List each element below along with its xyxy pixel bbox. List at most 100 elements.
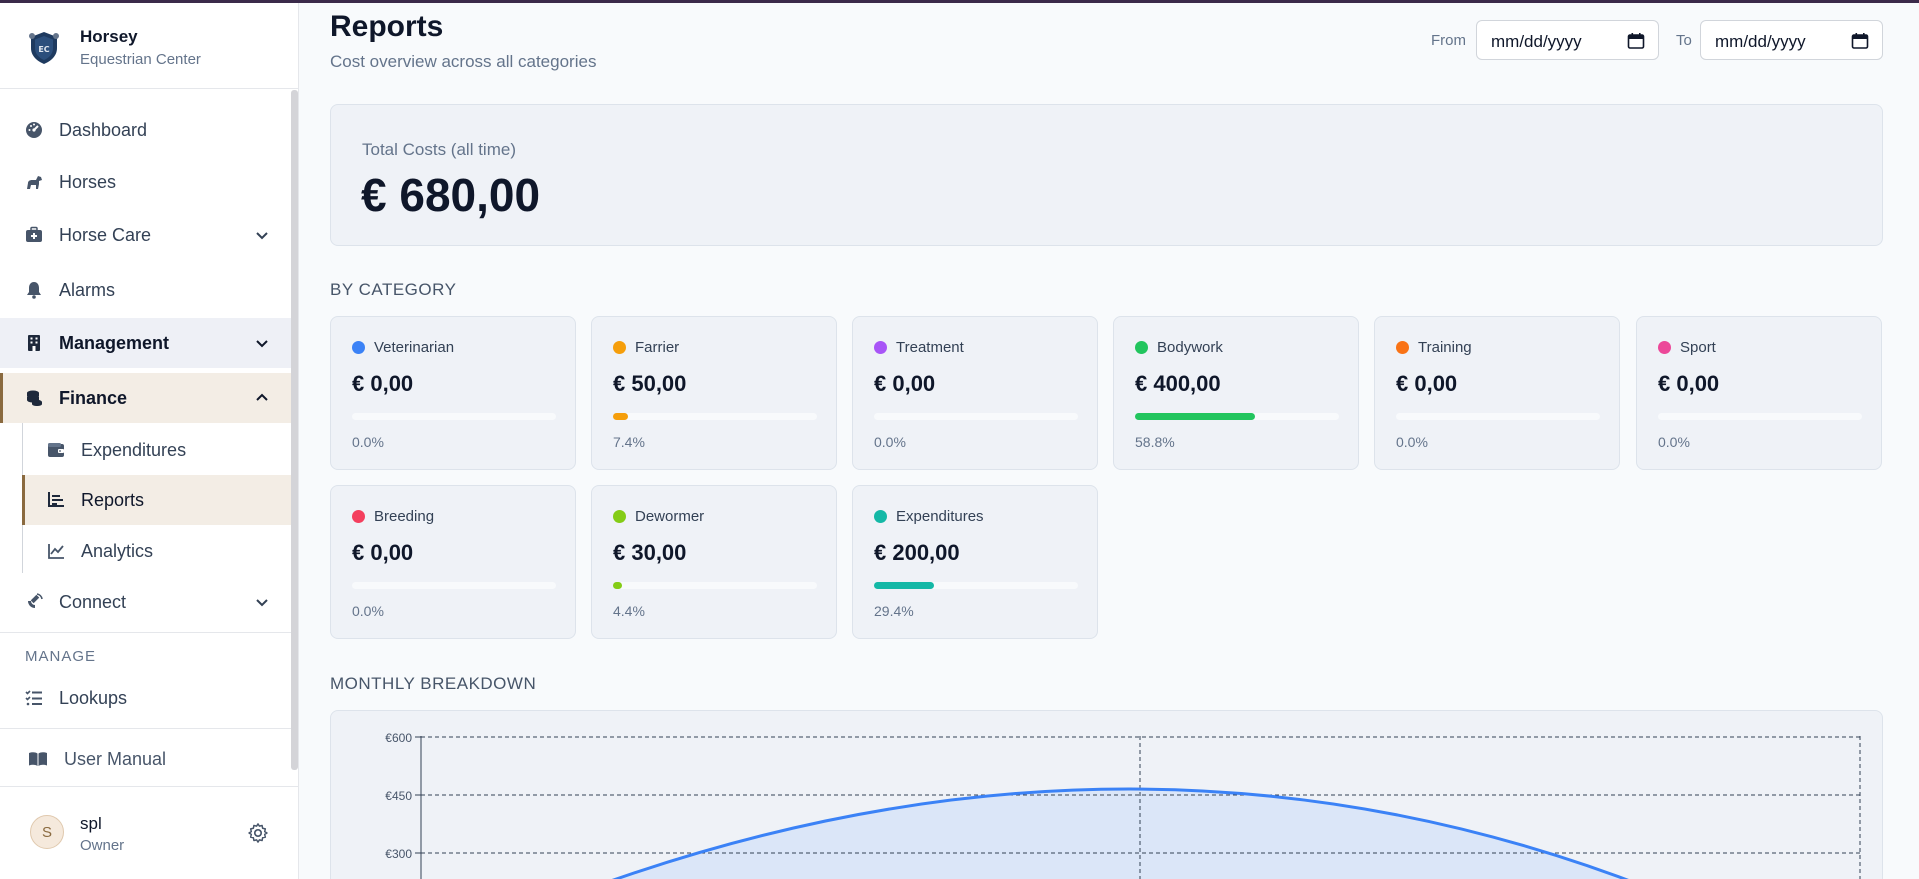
category-progress-track	[1135, 413, 1339, 420]
total-costs-value: € 680,00	[361, 169, 541, 221]
satellite-icon	[28, 593, 43, 608]
page-title: Reports	[330, 10, 444, 43]
manage-section-heading: MANAGE	[25, 648, 97, 665]
sidebar-subitem-label: Expenditures	[81, 440, 187, 460]
calendar-icon[interactable]	[1627, 32, 1645, 50]
sidebar-subitem-label: Analytics	[81, 541, 154, 561]
user-role: Owner	[80, 837, 125, 854]
category-card-sport: Sport € 0,00 0.0%	[1636, 316, 1882, 470]
category-percent: 58.8%	[1135, 434, 1175, 450]
brand-header[interactable]: EC Horsey Equestrian Center	[0, 3, 298, 89]
sidebar-item-lookups[interactable]: Lookups	[0, 674, 291, 722]
category-color-dot	[874, 510, 887, 523]
sidebar-item-label: Alarms	[59, 279, 116, 300]
monthly-breakdown-heading: MONTHLY BREAKDOWN	[330, 674, 537, 693]
medkit-icon	[26, 226, 42, 242]
category-amount: € 0,00	[1396, 371, 1458, 396]
gear-icon[interactable]	[247, 822, 269, 844]
category-percent: 29.4%	[874, 603, 914, 619]
category-percent: 0.0%	[1396, 434, 1428, 450]
category-card-expenditures: Expenditures € 200,00 29.4%	[852, 485, 1098, 639]
sidebar-item-horse-care[interactable]: Horse Care	[0, 211, 291, 259]
sidebar-scrollbar[interactable]	[291, 90, 298, 770]
category-color-dot	[874, 341, 887, 354]
main-content: Reports Cost overview across all categor…	[300, 0, 1919, 879]
category-color-dot	[1658, 341, 1671, 354]
wallet-icon	[48, 443, 64, 457]
sidebar-subitem-expenditures[interactable]: Expenditures	[22, 426, 291, 474]
category-progress-track	[1396, 413, 1600, 420]
sidebar-item-label: Finance	[59, 387, 128, 408]
from-label: From	[1431, 32, 1466, 49]
svg-text:EC: EC	[38, 45, 49, 54]
sidebar-subitem-label: Reports	[81, 490, 145, 510]
category-card-treatment: Treatment € 0,00 0.0%	[852, 316, 1098, 470]
brand-name: Horsey	[80, 27, 138, 46]
category-progress-track	[613, 413, 817, 420]
gauge-icon	[26, 122, 42, 138]
category-amount: € 0,00	[1658, 371, 1720, 396]
category-name: Sport	[1680, 339, 1716, 356]
category-card-farrier: Farrier € 50,00 7.4%	[591, 316, 837, 470]
sidebar-item-label: Horse Care	[59, 224, 152, 245]
total-costs-card: Total Costs (all time) € 680,00	[330, 104, 1883, 246]
sidebar-subitem-reports[interactable]: Reports	[22, 475, 291, 525]
category-percent: 0.0%	[352, 603, 384, 619]
category-percent: 0.0%	[874, 434, 906, 450]
category-color-dot	[1135, 341, 1148, 354]
chevron-up-icon	[256, 393, 268, 401]
avatar[interactable]: S	[30, 815, 64, 849]
sidebar-item-horses[interactable]: Horses	[0, 158, 291, 206]
monthly-breakdown-chart: €600 €450 €300	[330, 710, 1883, 879]
category-progress-track	[352, 413, 556, 420]
sidebar-item-management[interactable]: Management	[0, 318, 291, 368]
building-icon	[28, 335, 40, 351]
category-color-dot	[1396, 341, 1409, 354]
category-progress-track	[1658, 413, 1862, 420]
category-name: Farrier	[635, 339, 680, 356]
calendar-icon[interactable]	[1851, 32, 1869, 50]
total-costs-label: Total Costs (all time)	[362, 140, 516, 159]
category-color-dot	[613, 341, 626, 354]
category-color-dot	[613, 510, 626, 523]
category-name: Breeding	[374, 508, 435, 525]
sidebar-item-label: Connect	[59, 591, 127, 612]
sidebar-item-user-manual[interactable]: User Manual	[0, 735, 291, 783]
category-name: Expenditures	[896, 508, 984, 525]
brand-subtitle: Equestrian Center	[80, 51, 201, 68]
chart-area-fill	[616, 789, 1625, 879]
from-date-placeholder: mm/dd/yyyy	[1491, 32, 1582, 51]
sidebar-item-connect[interactable]: Connect	[0, 578, 291, 626]
by-category-heading: BY CATEGORY	[330, 280, 457, 299]
to-date-input[interactable]: mm/dd/yyyy	[1700, 20, 1883, 60]
sidebar-item-label: Horses	[59, 171, 117, 192]
page-subtitle: Cost overview across all categories	[330, 52, 597, 71]
sidebar-item-finance[interactable]: Finance	[0, 373, 291, 423]
category-card-training: Training € 0,00 0.0%	[1374, 316, 1620, 470]
category-amount: € 0,00	[352, 371, 414, 396]
crest-logo-icon: EC	[29, 32, 59, 64]
category-progress-fill	[613, 582, 622, 589]
sidebar-item-label: User Manual	[64, 748, 167, 769]
category-amount: € 200,00	[874, 540, 960, 565]
bell-icon	[27, 282, 41, 299]
to-date-placeholder: mm/dd/yyyy	[1715, 32, 1806, 51]
horse-icon	[27, 176, 42, 189]
chevron-down-icon	[256, 599, 268, 607]
sidebar-item-label: Dashboard	[59, 119, 148, 140]
sidebar-divider	[0, 728, 291, 729]
category-percent: 0.0%	[1658, 434, 1690, 450]
sidebar-item-alarms[interactable]: Alarms	[0, 266, 291, 314]
sidebar-item-dashboard[interactable]: Dashboard	[0, 106, 291, 154]
chevron-down-icon	[256, 340, 268, 348]
category-amount: € 30,00	[613, 540, 687, 565]
from-date-input[interactable]: mm/dd/yyyy	[1476, 20, 1659, 60]
category-name: Training	[1418, 339, 1472, 356]
category-name: Treatment	[896, 339, 964, 356]
chevron-down-icon	[256, 232, 268, 240]
sidebar-item-label: Management	[59, 332, 170, 353]
sidebar: EC Horsey Equestrian Center Dashboard Ho…	[0, 0, 299, 879]
sidebar-subitem-analytics[interactable]: Analytics	[22, 527, 291, 575]
y-tick-label: €300	[385, 847, 412, 861]
line-chart-icon	[48, 544, 64, 559]
